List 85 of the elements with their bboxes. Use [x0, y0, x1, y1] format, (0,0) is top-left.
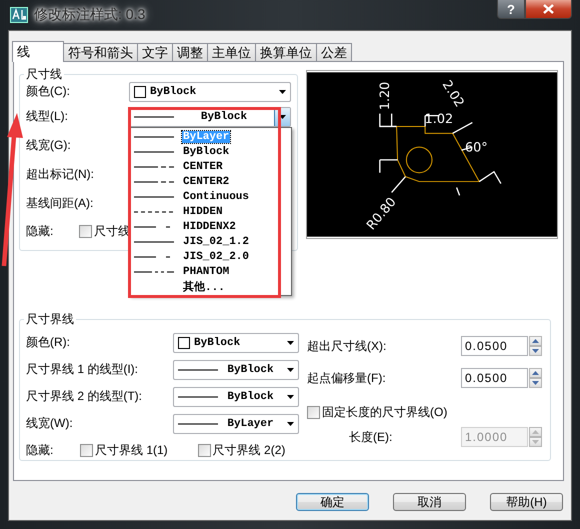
field-label: 长度(E):	[348, 428, 394, 446]
spin-up-button[interactable]	[529, 368, 542, 378]
caret-icon	[279, 114, 286, 118]
app-icon	[10, 7, 28, 23]
list-item[interactable]: 其他...	[130, 279, 291, 294]
line-sample	[134, 240, 174, 244]
dropdown[interactable]: ByLayer	[173, 414, 299, 434]
field-label: 隐藏:	[26, 442, 54, 459]
field-label: 隐藏:	[26, 223, 54, 240]
tab[interactable]: 符号和箭头	[63, 43, 138, 61]
field-label: 尺寸界线 1 的线型(I):	[26, 361, 140, 378]
number-field[interactable]: 0.0500	[461, 336, 528, 356]
dialog-button[interactable]: 帮助(H)	[490, 493, 563, 511]
list-item[interactable]: HIDDEN	[130, 204, 291, 219]
help-button[interactable]: ?	[497, 0, 525, 19]
list-item[interactable]: JIS_02_1.2	[130, 234, 291, 249]
list-item[interactable]: CENTER2	[130, 174, 291, 189]
spin-down-button[interactable]	[529, 378, 542, 388]
field-label: 线宽(W):	[26, 415, 74, 432]
group-title: 尺寸线	[25, 66, 63, 83]
field-label: 起点偏移量(F):	[307, 370, 387, 386]
line-sample	[178, 422, 218, 426]
field-label: 颜色(C):	[26, 83, 70, 100]
tab[interactable]: 公差	[316, 43, 352, 61]
checkbox[interactable]: 尺寸界线 2(2)	[198, 442, 286, 459]
dimension-text: 1.20	[378, 82, 394, 110]
caret-up-icon	[532, 430, 539, 434]
line-sample	[134, 150, 174, 154]
line-sample	[134, 210, 174, 214]
spin-down-button[interactable]	[529, 346, 542, 356]
group-title: 尺寸界线	[25, 311, 75, 328]
color-swatch	[178, 336, 190, 348]
caret-icon	[287, 368, 294, 372]
dialog-button[interactable]: 确定	[296, 493, 369, 511]
tab[interactable]: 换算单位	[255, 43, 317, 61]
tab[interactable]: 线	[12, 41, 64, 62]
dialog-button[interactable]: 取消	[393, 493, 466, 511]
tab[interactable]: 主单位	[207, 43, 256, 61]
window-title: 修改标注样式: 0.3	[34, 6, 146, 24]
dropdown[interactable]: ByBlock	[173, 332, 299, 352]
line-sample	[178, 368, 218, 372]
spin-up-button[interactable]	[529, 336, 542, 346]
list-item[interactable]: Continuous	[130, 189, 291, 204]
line-sample	[134, 270, 174, 274]
caret-icon	[279, 90, 286, 94]
close-button[interactable]	[525, 0, 572, 19]
field-label: 基线间距(A):	[26, 195, 94, 212]
field-label: 尺寸界线 2 的线型(T):	[26, 388, 143, 405]
caret-down-icon	[532, 440, 539, 444]
checkbox[interactable]: 尺寸界线 1(1)	[80, 442, 168, 459]
field-label: 超出尺寸线(X):	[307, 338, 388, 354]
tab[interactable]: 调整	[172, 43, 208, 61]
caret-icon	[287, 340, 294, 344]
dimension-text: 60°	[464, 140, 488, 156]
caret-down-icon	[532, 381, 539, 385]
line-sample	[134, 164, 174, 168]
color-swatch	[134, 86, 146, 98]
field-label: 超出标记(N):	[26, 166, 94, 183]
close-icon	[543, 4, 554, 14]
tab[interactable]: 文字	[137, 43, 173, 61]
line-sample	[178, 394, 218, 398]
line-sample	[134, 134, 174, 138]
list-item[interactable]: HIDDENX2	[130, 219, 291, 234]
caret-icon	[287, 394, 294, 398]
field-label: 颜色(R):	[26, 334, 71, 351]
line-sample	[134, 114, 174, 118]
caret-up-icon	[532, 339, 539, 343]
list-item[interactable]: ByBlock	[130, 144, 291, 159]
hole-outline	[406, 146, 432, 174]
field-label: 线宽(G):	[26, 137, 71, 154]
line-sample	[134, 180, 174, 184]
list-item[interactable]: PHANTOM	[130, 264, 291, 279]
dimension-text: 1.02	[424, 112, 454, 128]
dropdown[interactable]: ByBlock	[129, 82, 291, 102]
list-item[interactable]: JIS_02_2.0	[130, 249, 291, 264]
caret-icon	[287, 422, 294, 426]
caret-down-icon	[532, 349, 539, 353]
list-item[interactable]: CENTER	[130, 159, 291, 174]
line-sample	[134, 194, 174, 198]
checkbox[interactable]: 固定长度的尺寸界线(O)	[307, 404, 448, 420]
dropdown[interactable]: ByBlock	[173, 386, 299, 406]
number-field[interactable]: 0.0500	[461, 368, 528, 388]
dropdown[interactable]: ByBlock	[173, 360, 299, 380]
caret-up-icon	[532, 371, 539, 375]
field-label: 线型(L):	[26, 108, 68, 125]
